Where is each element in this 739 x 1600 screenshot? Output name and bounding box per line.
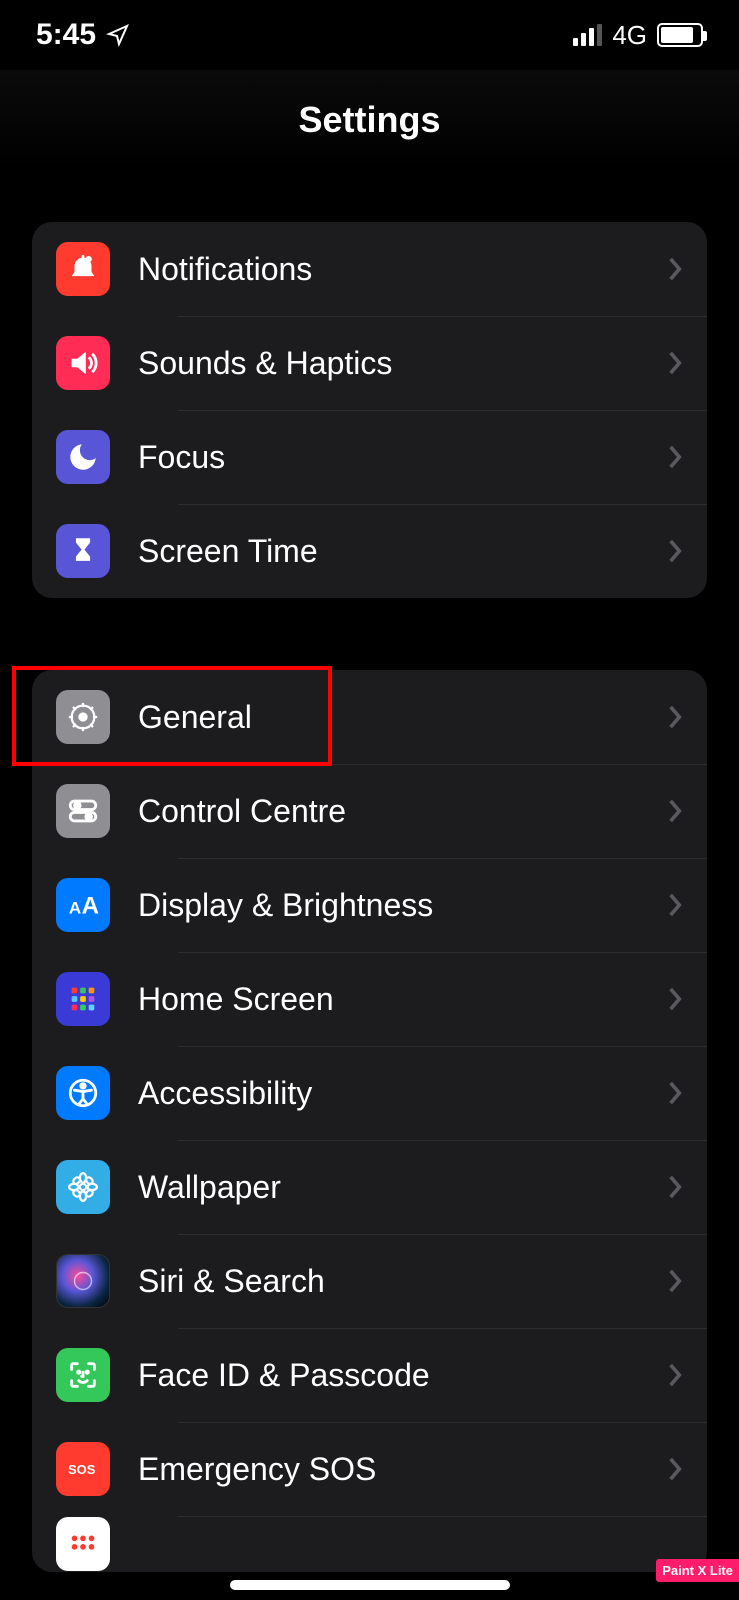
text-size-icon: AA bbox=[56, 878, 110, 932]
row-sos[interactable]: SOS Emergency SOS bbox=[32, 1422, 707, 1516]
row-display[interactable]: AA Display & Brightness bbox=[32, 858, 707, 952]
row-label: Wallpaper bbox=[138, 1169, 639, 1206]
flower-icon bbox=[56, 1160, 110, 1214]
row-siri[interactable]: Siri & Search bbox=[32, 1234, 707, 1328]
row-label: Home Screen bbox=[138, 981, 639, 1018]
header: Settings bbox=[0, 70, 739, 170]
settings-group-2: General Control Centre AA Display & Brig… bbox=[32, 670, 707, 1572]
row-label: Focus bbox=[138, 439, 639, 476]
row-label: Screen Time bbox=[138, 533, 639, 570]
row-general[interactable]: General bbox=[32, 670, 707, 764]
chevron-right-icon bbox=[667, 892, 683, 918]
svg-text:A: A bbox=[82, 893, 99, 920]
chevron-right-icon bbox=[667, 350, 683, 376]
row-label: Sounds & Haptics bbox=[138, 345, 639, 382]
row-label: General bbox=[138, 699, 639, 736]
chevron-right-icon bbox=[667, 986, 683, 1012]
row-faceid[interactable]: Face ID & Passcode bbox=[32, 1328, 707, 1422]
moon-icon bbox=[56, 430, 110, 484]
gear-icon bbox=[56, 690, 110, 744]
row-label: Siri & Search bbox=[138, 1263, 639, 1300]
row-label: Display & Brightness bbox=[138, 887, 639, 924]
hourglass-icon bbox=[56, 524, 110, 578]
chevron-right-icon bbox=[667, 1456, 683, 1482]
chevron-right-icon bbox=[667, 1362, 683, 1388]
bell-icon bbox=[56, 242, 110, 296]
row-controlcentre[interactable]: Control Centre bbox=[32, 764, 707, 858]
speaker-icon bbox=[56, 336, 110, 390]
network-label: 4G bbox=[612, 20, 647, 51]
chevron-right-icon bbox=[667, 1268, 683, 1294]
row-label: Emergency SOS bbox=[138, 1451, 639, 1488]
row-label: Face ID & Passcode bbox=[138, 1357, 639, 1394]
svg-text:SOS: SOS bbox=[68, 1462, 96, 1477]
chevron-right-icon bbox=[667, 444, 683, 470]
chevron-right-icon bbox=[667, 798, 683, 824]
app-grid-icon bbox=[56, 972, 110, 1026]
status-left: 5:45 bbox=[36, 18, 130, 52]
row-homescreen[interactable]: Home Screen bbox=[32, 952, 707, 1046]
row-label: Notifications bbox=[138, 251, 639, 288]
chevron-right-icon bbox=[667, 538, 683, 564]
row-accessibility[interactable]: Accessibility bbox=[32, 1046, 707, 1140]
row-wallpaper[interactable]: Wallpaper bbox=[32, 1140, 707, 1234]
cellular-signal-icon bbox=[573, 24, 602, 46]
chevron-right-icon bbox=[667, 704, 683, 730]
toggles-icon bbox=[56, 784, 110, 838]
accessibility-icon bbox=[56, 1066, 110, 1120]
battery-icon bbox=[657, 23, 703, 47]
status-bar: 5:45 4G bbox=[0, 0, 739, 70]
status-right: 4G bbox=[573, 20, 703, 51]
home-indicator[interactable] bbox=[230, 1580, 510, 1590]
sos-icon: SOS bbox=[56, 1442, 110, 1496]
row-sounds[interactable]: Sounds & Haptics bbox=[32, 316, 707, 410]
face-id-icon bbox=[56, 1348, 110, 1402]
chevron-right-icon bbox=[667, 1080, 683, 1106]
chevron-right-icon bbox=[667, 256, 683, 282]
row-label: Control Centre bbox=[138, 793, 639, 830]
row-focus[interactable]: Focus bbox=[32, 410, 707, 504]
siri-icon bbox=[56, 1254, 110, 1308]
row-exposure-partial[interactable] bbox=[32, 1516, 707, 1572]
exposure-icon bbox=[56, 1517, 110, 1571]
svg-text:A: A bbox=[69, 899, 81, 918]
row-label: Accessibility bbox=[138, 1075, 639, 1112]
watermark: Paint X Lite bbox=[656, 1559, 739, 1582]
location-icon bbox=[106, 23, 130, 47]
settings-content: Notifications Sounds & Haptics Focus Scr… bbox=[0, 222, 739, 1572]
status-time: 5:45 bbox=[36, 18, 96, 52]
settings-group-1: Notifications Sounds & Haptics Focus Scr… bbox=[32, 222, 707, 598]
row-screentime[interactable]: Screen Time bbox=[32, 504, 707, 598]
chevron-right-icon bbox=[667, 1174, 683, 1200]
page-title: Settings bbox=[298, 99, 440, 141]
row-notifications[interactable]: Notifications bbox=[32, 222, 707, 316]
